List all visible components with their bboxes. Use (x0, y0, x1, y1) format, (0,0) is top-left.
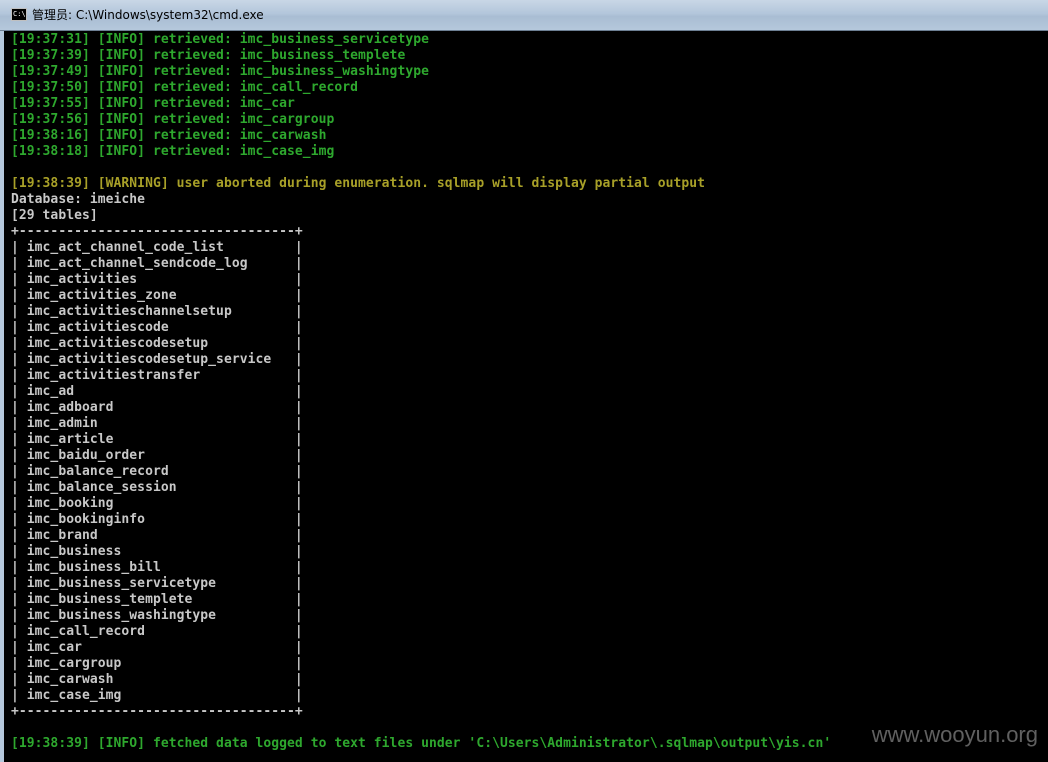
console-line: | imc_carwash | (11, 672, 303, 687)
window-title: 管理员: C:\Windows\system32\cmd.exe (32, 8, 264, 22)
console-line: | imc_baidu_order | (11, 448, 303, 463)
cmd-icon: C:\ (11, 8, 27, 21)
console-line: | imc_business_servicetype | (11, 576, 303, 591)
console-line: | imc_act_channel_sendcode_log | (11, 256, 303, 271)
console-line: | imc_admin | (11, 416, 303, 431)
console-line: [19:37:50] [INFO] retrieved: imc_call_re… (11, 80, 359, 95)
console-line: | imc_activities_zone | (11, 288, 303, 303)
console-line: | imc_cargroup | (11, 656, 303, 671)
console-line: [19:38:18] [INFO] retrieved: imc_case_im… (11, 144, 335, 159)
console-blank-line (11, 720, 831, 736)
console-line: | imc_activitieschannelsetup | (11, 304, 303, 319)
console-line: | imc_business | (11, 544, 303, 559)
watermark: www.wooyun.org (871, 722, 1038, 747)
console-line: | imc_balance_record | (11, 464, 303, 479)
console-line: [19:37:55] [INFO] retrieved: imc_car (11, 96, 295, 111)
console-line: | imc_activitiescodesetup_service | (11, 352, 303, 367)
console-line: [19:37:49] [INFO] retrieved: imc_busines… (11, 64, 429, 79)
console-line: | imc_brand | (11, 528, 303, 543)
console-line: [19:37:56] [INFO] retrieved: imc_cargrou… (11, 112, 335, 127)
console-line: | imc_car | (11, 640, 303, 655)
title-bar[interactable]: C:\ 管理员: C:\Windows\system32\cmd.exe (0, 0, 1048, 31)
console-output: [19:37:31] [INFO] retrieved: imc_busines… (11, 32, 831, 752)
console-line: | imc_business_templete | (11, 592, 303, 607)
console-line: [19:38:39] [WARNING] user aborted during… (11, 176, 706, 191)
console-line: [19:37:39] [INFO] retrieved: imc_busines… (11, 48, 406, 63)
console-line: | imc_business_washingtype | (11, 608, 303, 623)
console-line: | imc_bookinginfo | (11, 512, 303, 527)
console-line: | imc_article | (11, 432, 303, 447)
console-line: | imc_activitiescodesetup | (11, 336, 303, 351)
console-area[interactable]: [19:37:31] [INFO] retrieved: imc_busines… (0, 31, 1048, 762)
console-line: [19:38:39] [INFO] fetched data logged to… (11, 736, 832, 751)
console-line: | imc_activitiescode | (11, 320, 303, 335)
console-line: | imc_case_img | (11, 688, 303, 703)
console-line: +-----------------------------------+ (11, 224, 303, 239)
console-line: [19:37:31] [INFO] retrieved: imc_busines… (11, 32, 429, 47)
console-line: | imc_booking | (11, 496, 303, 511)
console-line: +-----------------------------------+ (11, 704, 303, 719)
console-line: | imc_adboard | (11, 400, 303, 415)
console-line: | imc_activitiestransfer | (11, 368, 303, 383)
console-line: | imc_balance_session | (11, 480, 303, 495)
console-line: | imc_act_channel_code_list | (11, 240, 303, 255)
console-blank-line (11, 160, 831, 176)
console-line: [29 tables] (11, 208, 98, 223)
console-line: | imc_ad | (11, 384, 303, 399)
console-line: | imc_business_bill | (11, 560, 303, 575)
console-line: Database: imeiche (11, 192, 146, 207)
cmd-window: C:\ 管理员: C:\Windows\system32\cmd.exe [19… (0, 0, 1048, 762)
console-line: | imc_call_record | (11, 624, 303, 639)
console-line: [19:38:16] [INFO] retrieved: imc_carwash (11, 128, 327, 143)
console-line: | imc_activities | (11, 272, 303, 287)
